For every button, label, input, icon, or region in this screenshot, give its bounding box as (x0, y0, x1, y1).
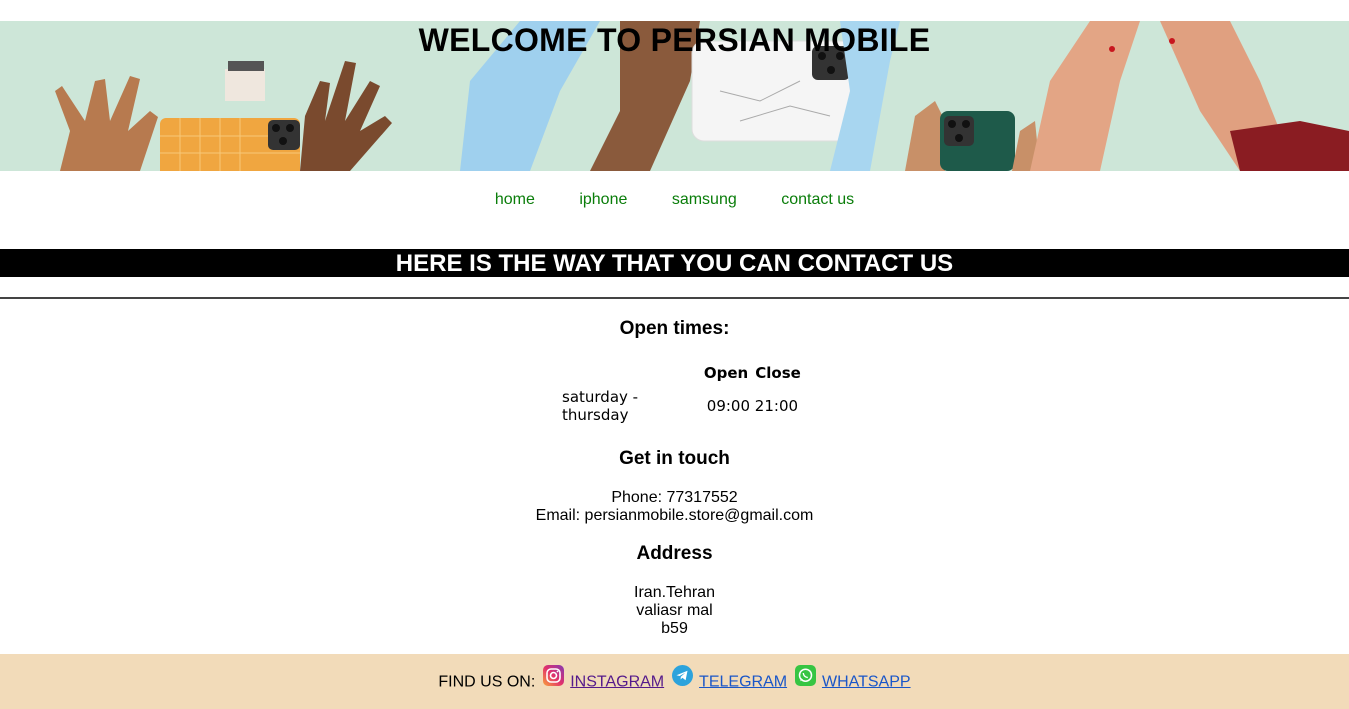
instagram-link[interactable]: INSTAGRAM (570, 673, 664, 690)
address-line: b59 (661, 620, 688, 637)
table-cell-open: 09:00 (706, 397, 751, 415)
email-text: Email: persianmobile.store@gmail.com (535, 507, 814, 524)
find-us-label: FIND US ON: (438, 673, 536, 691)
whatsapp-icon[interactable] (794, 665, 816, 687)
phone-text: Phone: 77317552 (611, 489, 738, 506)
address-line: Iran.Tehran (634, 584, 715, 601)
page-title: WELCOME TO PERSIAN MOBILE (418, 22, 931, 58)
open-times-table: Open Close saturday - thursday 09:00 21:… (562, 364, 801, 424)
hero-banner: WELCOME TO PERSIAN MOBILE (0, 21, 1349, 171)
telegram-link[interactable]: TELEGRAM (699, 673, 787, 690)
table-cell-close: 21:00 (754, 397, 799, 415)
nav-link-contact-us[interactable]: contact us (781, 190, 854, 210)
get-in-touch-title: Get in touch (619, 448, 730, 469)
address-details: Iran.Tehran valiasr mal b59 (0, 584, 1349, 638)
address-title: Address (636, 543, 713, 564)
whatsapp-link[interactable]: WHATSAPP (822, 673, 911, 690)
table-header-close: Close (755, 364, 801, 382)
instagram-icon[interactable] (542, 665, 564, 687)
table-header-open: Open (703, 364, 749, 382)
nav-link-iphone[interactable]: iphone (579, 190, 627, 210)
section-divider (0, 297, 1349, 299)
telegram-icon[interactable] (671, 665, 693, 687)
address-line: valiasr mal (636, 602, 713, 619)
table-header-days (562, 364, 702, 388)
nav-link-home[interactable]: home (495, 190, 535, 210)
hands-orange-phone-illustration (55, 61, 392, 171)
footer: FIND US ON: INSTAGRAM TELEGRAM WHATSAPP (0, 654, 1349, 709)
contact-details: Phone: 77317552 Email: persianmobile.sto… (0, 489, 1349, 525)
table-row: saturday - thursday 09:00 21:00 (562, 388, 801, 424)
hands-green-phone-illustration (905, 101, 1040, 171)
nav-link-samsung[interactable]: samsung (672, 190, 737, 210)
main-nav: home iphone samsung contact us (0, 190, 1349, 210)
open-times-title: Open times: (619, 318, 730, 339)
table-header-row: Open Close (562, 364, 801, 388)
contact-heading: HERE IS THE WAY THAT YOU CAN CONTACT US (0, 249, 1349, 277)
table-cell-days: saturday - thursday (562, 388, 639, 424)
